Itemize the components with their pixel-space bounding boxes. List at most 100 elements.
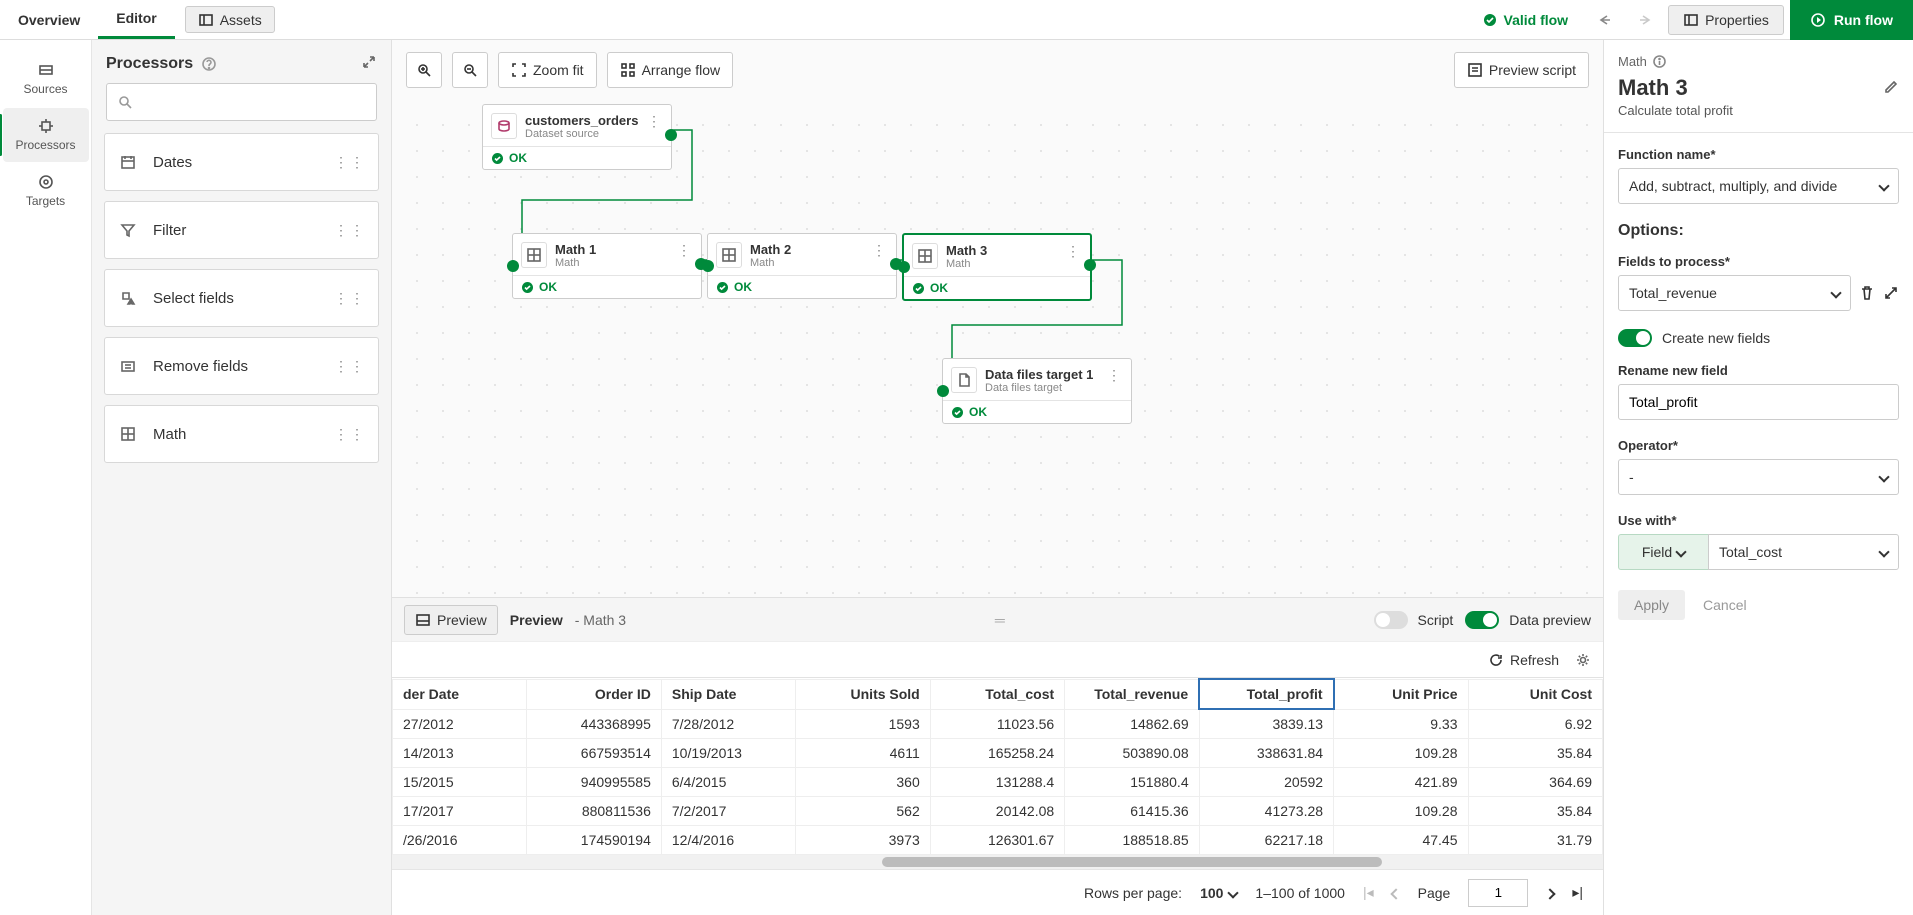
resize-grip[interactable]: ═ (995, 612, 1005, 628)
drag-handle-icon[interactable]: ⋮⋮ (334, 426, 366, 443)
drag-handle-icon[interactable]: ⋮⋮ (334, 154, 366, 171)
first-page-button[interactable]: |◂ (1363, 884, 1374, 901)
column-header[interactable]: der Date (393, 679, 527, 709)
create-new-fields-toggle[interactable] (1618, 329, 1652, 347)
breadcrumb: Math (1618, 54, 1647, 69)
node-math-1[interactable]: Math 1Math ⋮ OK (512, 233, 702, 299)
node-customers-orders[interactable]: customers_ordersDataset source ⋮ OK (482, 104, 672, 170)
help-icon[interactable] (201, 56, 217, 72)
settings-icon[interactable] (1575, 652, 1591, 668)
node-menu-button[interactable]: ⋮ (870, 242, 888, 259)
table-cell: 1593 (796, 709, 930, 739)
next-page-button[interactable] (1546, 885, 1554, 901)
table-row[interactable]: 15/20159409955856/4/2015360131288.415188… (393, 768, 1603, 797)
tab-overview[interactable]: Overview (0, 0, 98, 39)
arrange-flow-button[interactable]: Arrange flow (607, 52, 734, 88)
node-subtitle: Math (946, 258, 1056, 270)
column-header[interactable]: Total_profit (1199, 679, 1333, 709)
last-page-button[interactable]: ▸| (1572, 884, 1583, 901)
search-icon (117, 94, 133, 110)
flow-canvas[interactable]: customers_ordersDataset source ⋮ OK Math… (392, 100, 1603, 597)
cancel-button[interactable]: Cancel (1699, 590, 1751, 620)
node-menu-button[interactable]: ⋮ (645, 113, 663, 130)
processors-title: Processors (106, 55, 193, 73)
leftnav-label: Sources (23, 82, 67, 96)
leftnav-targets[interactable]: Targets (3, 164, 89, 218)
redo-icon (1637, 12, 1653, 28)
panel-subtitle: Calculate total profit (1618, 103, 1899, 118)
refresh-button[interactable]: Refresh (1488, 652, 1559, 668)
processor-card-filter[interactable]: Filter⋮⋮ (104, 201, 379, 259)
assets-button[interactable]: Assets (185, 6, 275, 33)
table-row[interactable]: 14/201366759351410/19/20134611165258.245… (393, 739, 1603, 768)
select-icon (117, 287, 139, 309)
script-toggle[interactable] (1374, 611, 1408, 629)
operator-select[interactable]: - (1618, 459, 1899, 495)
edit-title-button[interactable] (1883, 79, 1899, 98)
use-with-value-select[interactable]: Total_cost (1708, 534, 1899, 570)
preview-script-button[interactable]: Preview script (1454, 52, 1589, 88)
column-header[interactable]: Ship Date (661, 679, 795, 709)
table-cell: 174590194 (527, 826, 661, 855)
math-icon (521, 242, 547, 268)
column-header[interactable]: Unit Cost (1468, 679, 1603, 709)
rename-field-input[interactable] (1618, 384, 1899, 420)
drag-handle-icon[interactable]: ⋮⋮ (334, 290, 366, 307)
function-name-select[interactable]: Add, subtract, multiply, and divide (1618, 168, 1899, 204)
node-menu-button[interactable]: ⋮ (675, 242, 693, 259)
rename-field-label: Rename new field (1618, 363, 1899, 378)
chevron-down-icon (1878, 180, 1889, 191)
processor-card-dates[interactable]: Dates⋮⋮ (104, 133, 379, 191)
table-cell: 421.89 (1334, 768, 1468, 797)
table-cell: 188518.85 (1065, 826, 1199, 855)
column-header[interactable]: Order ID (527, 679, 661, 709)
table-row[interactable]: /26/201617459019412/4/20163973126301.671… (393, 826, 1603, 855)
leftnav-sources[interactable]: Sources (3, 52, 89, 106)
node-data-files-target[interactable]: Data files target 1Data files target ⋮ O… (942, 358, 1132, 424)
use-with-type-select[interactable]: Field (1618, 534, 1708, 570)
undo-button[interactable] (1588, 5, 1622, 35)
tab-editor[interactable]: Editor (98, 0, 174, 39)
node-subtitle: Data files target (985, 382, 1097, 394)
zoom-fit-label: Zoom fit (533, 62, 584, 78)
zoom-out-button[interactable] (452, 52, 488, 88)
expand-icon[interactable] (1883, 285, 1899, 301)
column-header[interactable]: Units Sold (796, 679, 930, 709)
rpp-select[interactable]: 100 (1200, 885, 1237, 901)
processor-card-select-fields[interactable]: Select fields⋮⋮ (104, 269, 379, 327)
node-math-2[interactable]: Math 2Math ⋮ OK (707, 233, 897, 299)
zoom-in-button[interactable] (406, 52, 442, 88)
drag-handle-icon[interactable]: ⋮⋮ (334, 222, 366, 239)
zoom-fit-button[interactable]: Zoom fit (498, 52, 597, 88)
node-menu-button[interactable]: ⋮ (1105, 367, 1123, 384)
chevron-down-icon (1878, 471, 1889, 482)
properties-button[interactable]: Properties (1668, 5, 1784, 35)
column-header[interactable]: Unit Price (1334, 679, 1468, 709)
leftnav-processors[interactable]: Processors (3, 108, 89, 162)
leftnav-label: Targets (26, 194, 65, 208)
data-preview-toggle[interactable] (1465, 611, 1499, 629)
apply-button[interactable]: Apply (1618, 590, 1685, 620)
fields-to-process-select[interactable]: Total_revenue (1618, 275, 1851, 311)
table-row[interactable]: 27/20124433689957/28/2012159311023.56148… (393, 709, 1603, 739)
preview-chip[interactable]: Preview (404, 605, 498, 635)
processor-search-input[interactable] (106, 83, 377, 121)
processor-card-math[interactable]: Math⋮⋮ (104, 405, 379, 463)
node-math-3[interactable]: Math 3Math ⋮ OK (902, 233, 1092, 301)
redo-button[interactable] (1628, 5, 1662, 35)
table-row[interactable]: 17/20178808115367/2/201756220142.0861415… (393, 797, 1603, 826)
page-input[interactable] (1468, 879, 1528, 907)
prev-page-button[interactable] (1392, 885, 1400, 901)
table-hscroll[interactable] (392, 855, 1603, 869)
node-menu-button[interactable]: ⋮ (1064, 243, 1082, 260)
column-header[interactable]: Total_revenue (1065, 679, 1199, 709)
drag-handle-icon[interactable]: ⋮⋮ (334, 358, 366, 375)
trash-icon[interactable] (1859, 285, 1875, 301)
table-cell: 31.79 (1468, 826, 1603, 855)
info-icon[interactable] (1653, 55, 1666, 68)
run-flow-button[interactable]: Run flow (1790, 0, 1913, 40)
collapse-panel-button[interactable] (361, 54, 377, 73)
leftnav-label: Processors (15, 138, 75, 152)
column-header[interactable]: Total_cost (930, 679, 1064, 709)
processor-card-remove-fields[interactable]: Remove fields⋮⋮ (104, 337, 379, 395)
